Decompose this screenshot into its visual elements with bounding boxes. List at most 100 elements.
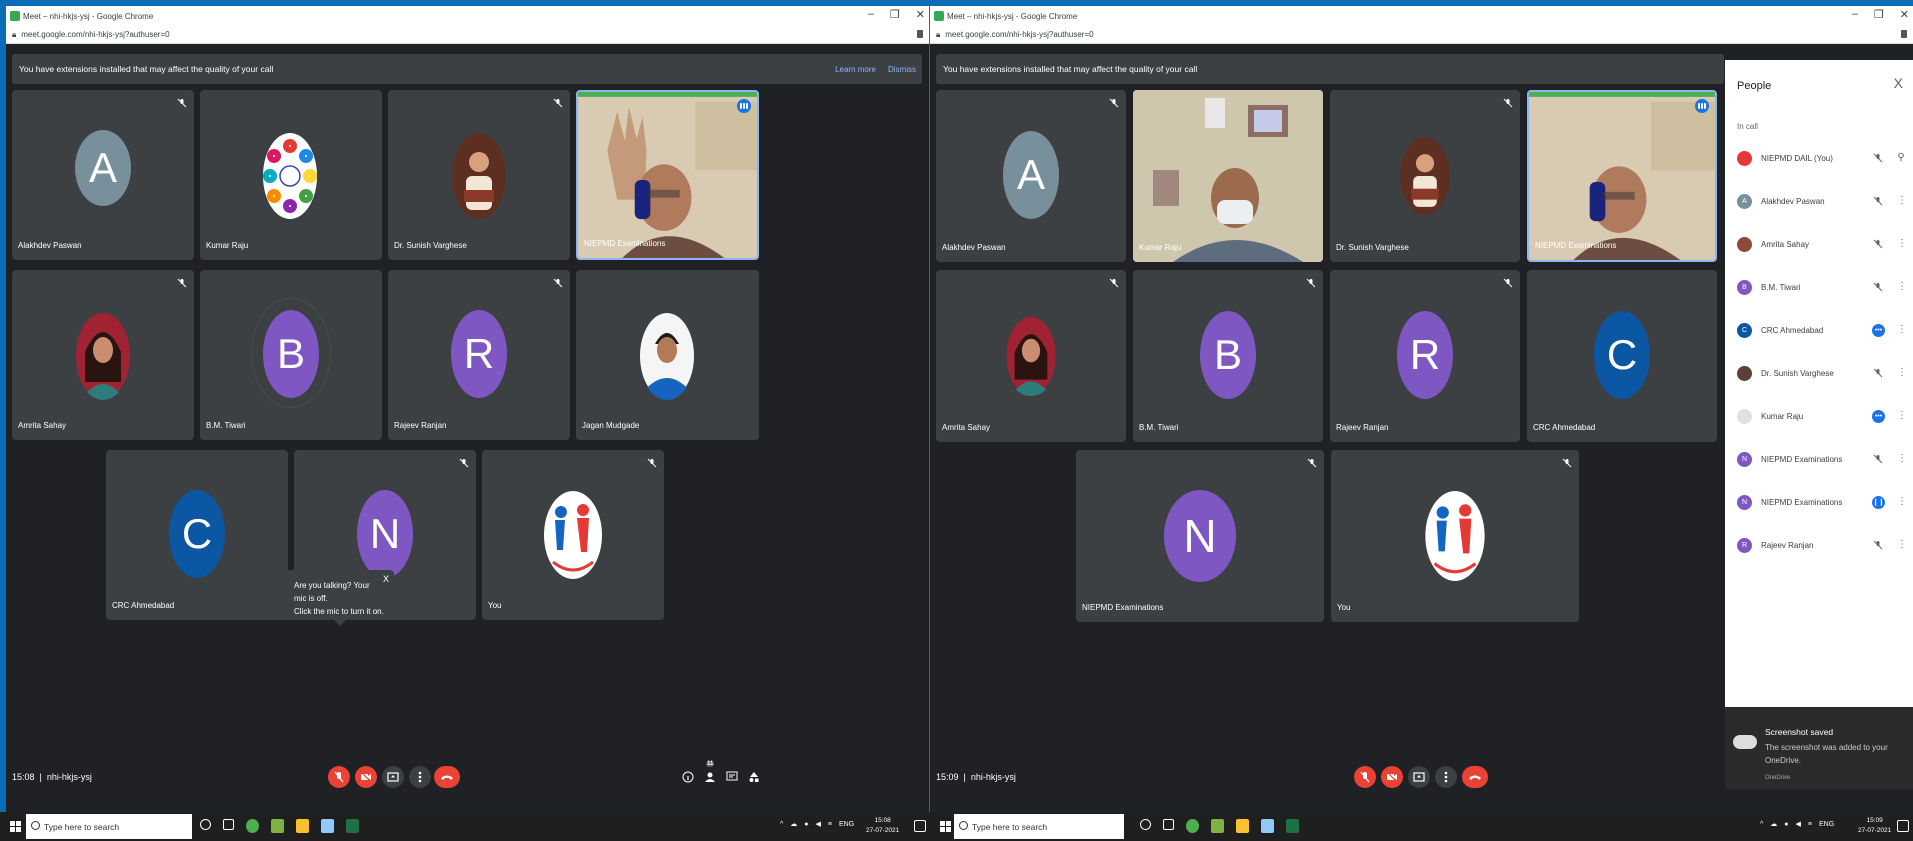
participant-list-item[interactable]: R Rajeev Ranjan ⋮: [1737, 527, 1907, 563]
chrome-icon[interactable]: [246, 819, 259, 833]
participant-tile[interactable]: Amrita Sahay: [12, 270, 194, 440]
close-panel-button[interactable]: X: [1894, 75, 1903, 91]
activities-icon[interactable]: [748, 770, 760, 782]
cortana-icon[interactable]: [200, 819, 211, 830]
taskbar-clock[interactable]: 15:08 27-07-2021: [866, 816, 899, 836]
volume-icon[interactable]: ◀: [816, 820, 821, 828]
maximize-icon[interactable]: ❐: [1874, 8, 1884, 21]
excel-icon[interactable]: [1286, 819, 1299, 833]
participant-tile[interactable]: A Alakhdev Paswan: [12, 90, 194, 260]
learn-more-link[interactable]: Learn more: [835, 65, 876, 74]
minimize-icon[interactable]: –: [868, 8, 874, 21]
more-options-button[interactable]: [1435, 766, 1457, 788]
more-vert-icon[interactable]: ⋮: [1897, 454, 1907, 464]
pin-icon[interactable]: ⚲: [1897, 153, 1905, 163]
maximize-icon[interactable]: ❐: [890, 8, 900, 21]
self-tile[interactable]: You: [1331, 450, 1579, 622]
participant-tile[interactable]: B B.M. Tiwari: [200, 270, 382, 440]
task-view-icon[interactable]: [223, 819, 234, 830]
more-vert-icon[interactable]: ⋮: [1897, 368, 1907, 378]
screenshot-saved-notification[interactable]: Screenshot saved The screenshot was adde…: [1725, 707, 1913, 789]
more-vert-icon[interactable]: ⋮: [1897, 540, 1907, 550]
more-vert-icon[interactable]: ⋮: [1897, 282, 1907, 292]
extension-icon[interactable]: [917, 30, 923, 38]
participant-tile[interactable]: N NIEPMD Examinations: [1076, 450, 1324, 622]
system-tray[interactable]: ^ ☁ ● ◀ ≡ ENG: [780, 820, 854, 829]
app-icon[interactable]: [271, 819, 284, 833]
task-view-icon[interactable]: [1163, 819, 1174, 830]
windows-start-icon[interactable]: [10, 821, 21, 832]
more-vert-icon[interactable]: ⋮: [1897, 239, 1907, 249]
app-icon[interactable]: [321, 819, 334, 833]
volume-icon[interactable]: ◀: [1796, 820, 1801, 828]
dismiss-link[interactable]: Dismiss: [888, 65, 916, 74]
file-explorer-icon[interactable]: [296, 819, 309, 833]
participant-list-item[interactable]: Kumar Raju ••• ⋮: [1737, 398, 1907, 434]
taskbar-search-box[interactable]: Type here to search: [954, 814, 1124, 839]
participant-tile[interactable]: C CRC Ahmedabad: [106, 450, 288, 620]
network-icon[interactable]: ≡: [1808, 821, 1812, 828]
minimize-icon[interactable]: –: [1852, 8, 1858, 21]
title-bar[interactable]: Meet – nhi-hkjs-ysj - Google Chrome – ❐ ✕: [930, 6, 1913, 26]
windows-start-icon[interactable]: [940, 821, 951, 832]
present-button[interactable]: [1408, 766, 1430, 788]
more-vert-icon[interactable]: ⋮: [1897, 196, 1907, 206]
mic-toggle-button[interactable]: [1354, 766, 1376, 788]
participant-tile[interactable]: Amrita Sahay: [936, 270, 1126, 442]
camera-toggle-button[interactable]: [1381, 766, 1403, 788]
app-icon[interactable]: [1261, 819, 1274, 833]
participant-tile[interactable]: C CRC Ahmedabad: [1527, 270, 1717, 442]
cortana-icon[interactable]: [1140, 819, 1151, 830]
present-button[interactable]: [382, 766, 404, 788]
meeting-details[interactable]: 15:08 | nhi-hkjs-ysj: [12, 772, 92, 782]
participant-tile[interactable]: R Rajeev Ranjan: [388, 270, 570, 440]
network-icon[interactable]: ≡: [828, 821, 832, 828]
more-options-button[interactable]: [409, 766, 431, 788]
participant-tile[interactable]: R Rajeev Ranjan: [1330, 270, 1520, 442]
more-vert-icon[interactable]: ⋮: [1897, 497, 1907, 507]
more-vert-icon[interactable]: ⋮: [1897, 411, 1907, 421]
notification-center-icon[interactable]: [1897, 820, 1909, 832]
meeting-details[interactable]: 15:09 | nhi-hkjs-ysj: [936, 772, 1016, 782]
participant-tile-video[interactable]: NIEPMD Examinations: [1527, 90, 1717, 262]
participant-tile-video[interactable]: NIEPMD Examinations: [576, 90, 759, 260]
tooltip-close-button[interactable]: X: [383, 573, 389, 586]
taskbar-search-box[interactable]: Type here to search: [26, 814, 192, 839]
excel-icon[interactable]: [346, 819, 359, 833]
info-icon[interactable]: [682, 770, 694, 783]
chevron-up-icon[interactable]: ^: [780, 821, 783, 828]
language-indicator[interactable]: ENG: [839, 821, 854, 828]
extension-icon[interactable]: [1901, 30, 1907, 38]
participant-tile[interactable]: B B.M. Tiwari: [1133, 270, 1323, 442]
participant-tile-video[interactable]: Kumar Raju: [1133, 90, 1323, 262]
file-explorer-icon[interactable]: [1236, 819, 1249, 833]
notification-center-icon[interactable]: [914, 820, 926, 832]
title-bar[interactable]: Meet – nhi-hkjs-ysj - Google Chrome – ❐ ✕: [6, 6, 929, 26]
participant-list-item[interactable]: B B.M. Tiwari ⋮: [1737, 269, 1907, 305]
participant-tile[interactable]: A Alakhdev Paswan: [936, 90, 1126, 262]
address-bar[interactable]: 🔒︎ meet.google.com/nhi-hkjs-ysj?authuser…: [6, 26, 929, 44]
participant-tile[interactable]: Jagan Mudgade: [576, 270, 759, 440]
close-icon[interactable]: ✕: [916, 8, 925, 21]
address-bar[interactable]: 🔒︎ meet.google.com/nhi-hkjs-ysj?authuser…: [930, 26, 1913, 44]
participant-list-item[interactable]: Amrita Sahay ⋮: [1737, 226, 1907, 262]
participant-list-item[interactable]: A Alakhdev Paswan ⋮: [1737, 183, 1907, 219]
participant-list-item[interactable]: C CRC Ahmedabad ••• ⋮: [1737, 312, 1907, 348]
participant-tile[interactable]: Kumar Raju: [200, 90, 382, 260]
app-icon[interactable]: [1211, 819, 1224, 833]
participant-tile[interactable]: Dr. Sunish Varghese: [1330, 90, 1520, 262]
leave-call-button[interactable]: [434, 766, 460, 788]
participant-list-item[interactable]: N NIEPMD Examinations ⋮: [1737, 441, 1907, 477]
camera-toggle-button[interactable]: [355, 766, 377, 788]
chat-icon[interactable]: [726, 770, 738, 782]
people-button[interactable]: 11: [704, 761, 716, 782]
mic-toggle-button[interactable]: [328, 766, 350, 788]
leave-call-button[interactable]: [1462, 766, 1488, 788]
participant-list-item[interactable]: N NIEPMD Examinations ❙❙ ⋮: [1737, 484, 1907, 520]
chrome-icon[interactable]: [1186, 819, 1199, 833]
more-vert-icon[interactable]: ⋮: [1897, 325, 1907, 335]
language-indicator[interactable]: ENG: [1819, 821, 1834, 828]
close-icon[interactable]: ✕: [1900, 8, 1909, 21]
participant-list-item[interactable]: NIEPMD DAIL (You) ⚲: [1737, 140, 1905, 176]
taskbar-clock[interactable]: 15:09 27-07-2021: [1858, 816, 1891, 836]
